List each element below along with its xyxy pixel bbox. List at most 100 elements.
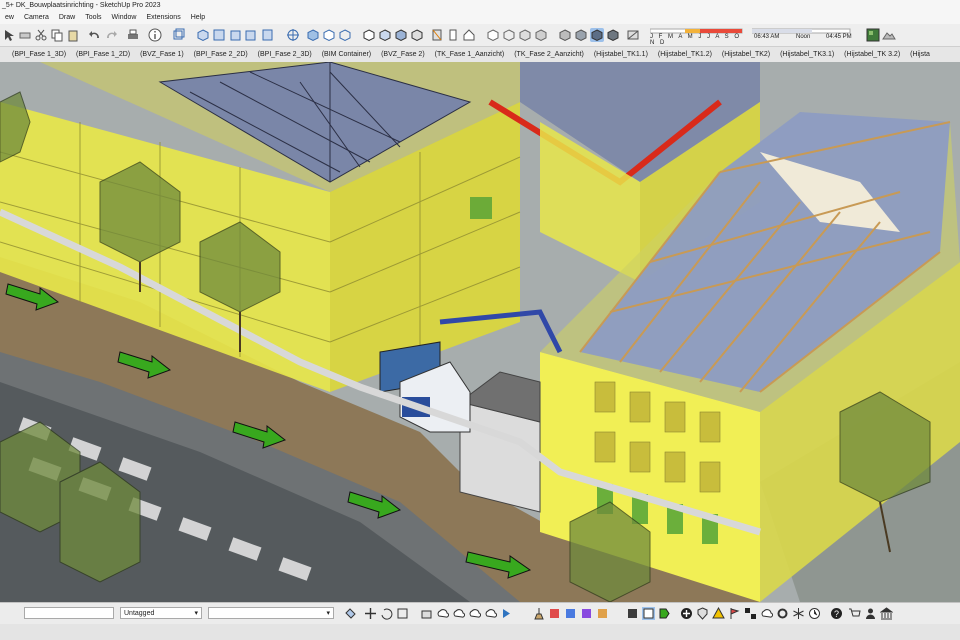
- tab-scene[interactable]: (Hijstabel_TK3.1): [776, 47, 838, 62]
- section-plane-icon[interactable]: [430, 28, 444, 42]
- scale-icon[interactable]: [396, 607, 409, 620]
- clock-icon[interactable]: [808, 607, 821, 620]
- component-icon[interactable]: [172, 28, 186, 42]
- snowflake-icon[interactable]: [792, 607, 805, 620]
- menu-view[interactable]: ew: [0, 12, 19, 24]
- tab-scene[interactable]: (Hijsta: [906, 47, 934, 62]
- shield-icon[interactable]: [696, 607, 709, 620]
- paste-icon[interactable]: [66, 28, 80, 42]
- cube-flat-icon[interactable]: [502, 28, 516, 42]
- measurements-box[interactable]: [24, 607, 114, 619]
- backedges-style-icon[interactable]: [322, 28, 336, 42]
- tab-scene[interactable]: (Hijstabel_TK 3.2): [840, 47, 904, 62]
- plugin-c-icon[interactable]: [580, 607, 593, 620]
- plugin-b-icon[interactable]: [564, 607, 577, 620]
- cube-shade-b-icon[interactable]: [574, 28, 588, 42]
- help-icon[interactable]: ?: [830, 607, 843, 620]
- tab-scene[interactable]: (BIM Container): [318, 47, 375, 62]
- tab-scene[interactable]: (TK_Fase 1_Aanzicht): [431, 47, 509, 62]
- menu-window[interactable]: Window: [107, 12, 142, 24]
- cube-shade-active-icon[interactable]: [590, 28, 604, 42]
- tab-scene[interactable]: (BPI_Fase 2_3D): [254, 47, 316, 62]
- shaded-icon[interactable]: [378, 28, 392, 42]
- shadow-time-slider[interactable]: 06:43 AM Noon 04:45 PM: [752, 27, 854, 41]
- view-top-icon[interactable]: [212, 28, 226, 42]
- eraser-icon[interactable]: [18, 28, 32, 42]
- shadows-icon[interactable]: [626, 28, 640, 42]
- tag-select[interactable]: Untagged ▾: [120, 607, 202, 619]
- cloud-upload-icon[interactable]: [436, 607, 449, 620]
- menu-tools[interactable]: Tools: [80, 12, 106, 24]
- user-icon[interactable]: [864, 607, 877, 620]
- cloud-sync-icon[interactable]: [484, 607, 497, 620]
- rotate-icon[interactable]: [380, 607, 393, 620]
- svg-text:?: ?: [834, 609, 839, 619]
- time-noon: Noon: [796, 34, 811, 40]
- paint-bucket-icon[interactable]: [344, 607, 357, 620]
- menu-camera[interactable]: Camera: [19, 12, 54, 24]
- tab-scene[interactable]: (BPI_Fase 1_2D): [72, 47, 134, 62]
- geo-location-icon[interactable]: [866, 28, 880, 42]
- cloud-icon[interactable]: [452, 607, 465, 620]
- copy-icon[interactable]: [50, 28, 64, 42]
- view-right-icon[interactable]: [244, 28, 258, 42]
- layout-icon[interactable]: [642, 607, 655, 620]
- tag-tool-icon[interactable]: [658, 607, 671, 620]
- cube-outline-icon[interactable]: [486, 28, 500, 42]
- shadow-date-slider[interactable]: J F M A M J J A S O N D: [646, 27, 746, 46]
- style-select[interactable]: ▾: [208, 607, 334, 619]
- move-icon[interactable]: [364, 607, 377, 620]
- view-back-icon[interactable]: [260, 28, 274, 42]
- select-icon[interactable]: [2, 28, 16, 42]
- view-iso-icon[interactable]: [196, 28, 210, 42]
- chevron-down-icon: ▾: [326, 610, 330, 617]
- tab-scene[interactable]: (BVZ_Fase 1): [136, 47, 188, 62]
- monochrome-icon[interactable]: [410, 28, 424, 42]
- bank-icon[interactable]: [880, 607, 893, 620]
- menu-help[interactable]: Help: [186, 12, 210, 24]
- tab-scene[interactable]: (Hijstabel_TK1.1): [590, 47, 652, 62]
- view-front-icon[interactable]: [228, 28, 242, 42]
- tab-scene[interactable]: (Hijstabel_TK1.2): [654, 47, 716, 62]
- hidden-line-icon[interactable]: [362, 28, 376, 42]
- cloud-outline-icon[interactable]: [760, 607, 773, 620]
- door-icon[interactable]: [446, 28, 460, 42]
- component-settings-icon[interactable]: [626, 607, 639, 620]
- tab-scene[interactable]: (BVZ_Fase 2): [377, 47, 429, 62]
- cube-shade-a-icon[interactable]: [558, 28, 572, 42]
- plugin-d-icon[interactable]: [596, 607, 609, 620]
- house-icon[interactable]: [462, 28, 476, 42]
- plugin-a-icon[interactable]: [548, 607, 561, 620]
- arrow-right-icon[interactable]: [500, 607, 513, 620]
- terrain-icon[interactable]: [882, 28, 896, 42]
- cube-dark-icon[interactable]: [606, 28, 620, 42]
- checkered-icon[interactable]: [744, 607, 757, 620]
- broom-icon[interactable]: [532, 607, 545, 620]
- cube-dim-icon[interactable]: [518, 28, 532, 42]
- gear-icon[interactable]: [776, 607, 789, 620]
- redo-icon[interactable]: [104, 28, 118, 42]
- tab-scene[interactable]: (TK_Fase 2_Aanzicht): [510, 47, 588, 62]
- warning-icon[interactable]: [712, 607, 725, 620]
- tab-scene[interactable]: (BPI_Fase 2_2D): [190, 47, 252, 62]
- wireframe-style-icon[interactable]: [338, 28, 352, 42]
- 3d-model-scene: [0, 62, 960, 602]
- print-icon[interactable]: [126, 28, 140, 42]
- warehouse-icon[interactable]: [420, 607, 433, 620]
- menu-extensions[interactable]: Extensions: [141, 12, 185, 24]
- cart-icon[interactable]: [848, 607, 861, 620]
- tab-scene[interactable]: (BPI_Fase 1_3D): [8, 47, 70, 62]
- tab-scene[interactable]: (Hijstabel_TK2): [718, 47, 774, 62]
- model-viewport[interactable]: [0, 62, 960, 602]
- model-info-icon[interactable]: [148, 28, 162, 42]
- cut-icon[interactable]: [34, 28, 48, 42]
- textured-icon[interactable]: [394, 28, 408, 42]
- add-circle-icon[interactable]: [680, 607, 693, 620]
- xray-style-icon[interactable]: [306, 28, 320, 42]
- orbit-icon[interactable]: [286, 28, 300, 42]
- menu-draw[interactable]: Draw: [54, 12, 80, 24]
- cube-color-icon[interactable]: [534, 28, 548, 42]
- undo-icon[interactable]: [88, 28, 102, 42]
- cloud-download-icon[interactable]: [468, 607, 481, 620]
- flag-icon[interactable]: [728, 607, 741, 620]
